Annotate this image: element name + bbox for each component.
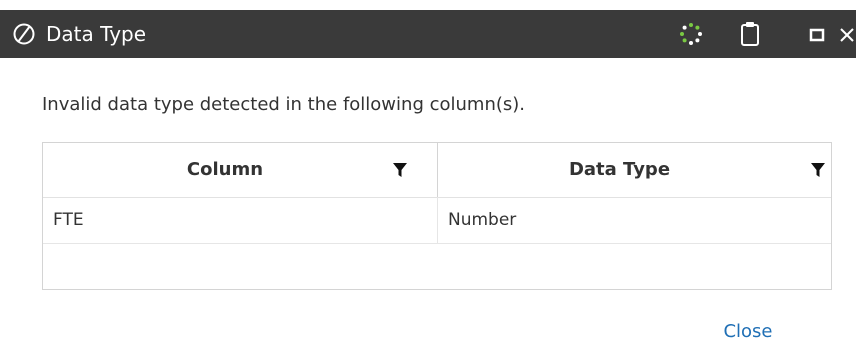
column-header-column[interactable]: Column xyxy=(43,143,438,197)
table-cell xyxy=(53,244,433,290)
error-message: Invalid data type detected in the follow… xyxy=(42,94,525,115)
column-header-label: Data Type xyxy=(568,159,671,180)
no-symbol-icon xyxy=(13,23,35,45)
maximize-icon[interactable] xyxy=(808,26,826,44)
window-title: Data Type xyxy=(46,22,147,46)
table-header: Column Data Type xyxy=(43,143,831,198)
filter-icon[interactable] xyxy=(811,162,825,178)
clipboard-icon[interactable] xyxy=(740,21,760,47)
column-header-data-type[interactable]: Data Type xyxy=(438,143,831,197)
filter-icon[interactable] xyxy=(393,162,407,178)
table-cell: FTE xyxy=(53,210,84,230)
column-divider xyxy=(437,197,438,244)
close-button[interactable]: Close xyxy=(695,312,801,352)
invalid-columns-table: Column Data Type FTE Number xyxy=(42,142,832,290)
title-bar: Data Type xyxy=(0,10,856,58)
table-cell: Number xyxy=(448,210,517,230)
column-header-label: Column xyxy=(186,159,264,180)
loading-spinner-icon xyxy=(680,23,702,45)
close-icon[interactable] xyxy=(838,25,856,43)
table-row xyxy=(43,244,831,290)
table-cell xyxy=(448,244,828,290)
